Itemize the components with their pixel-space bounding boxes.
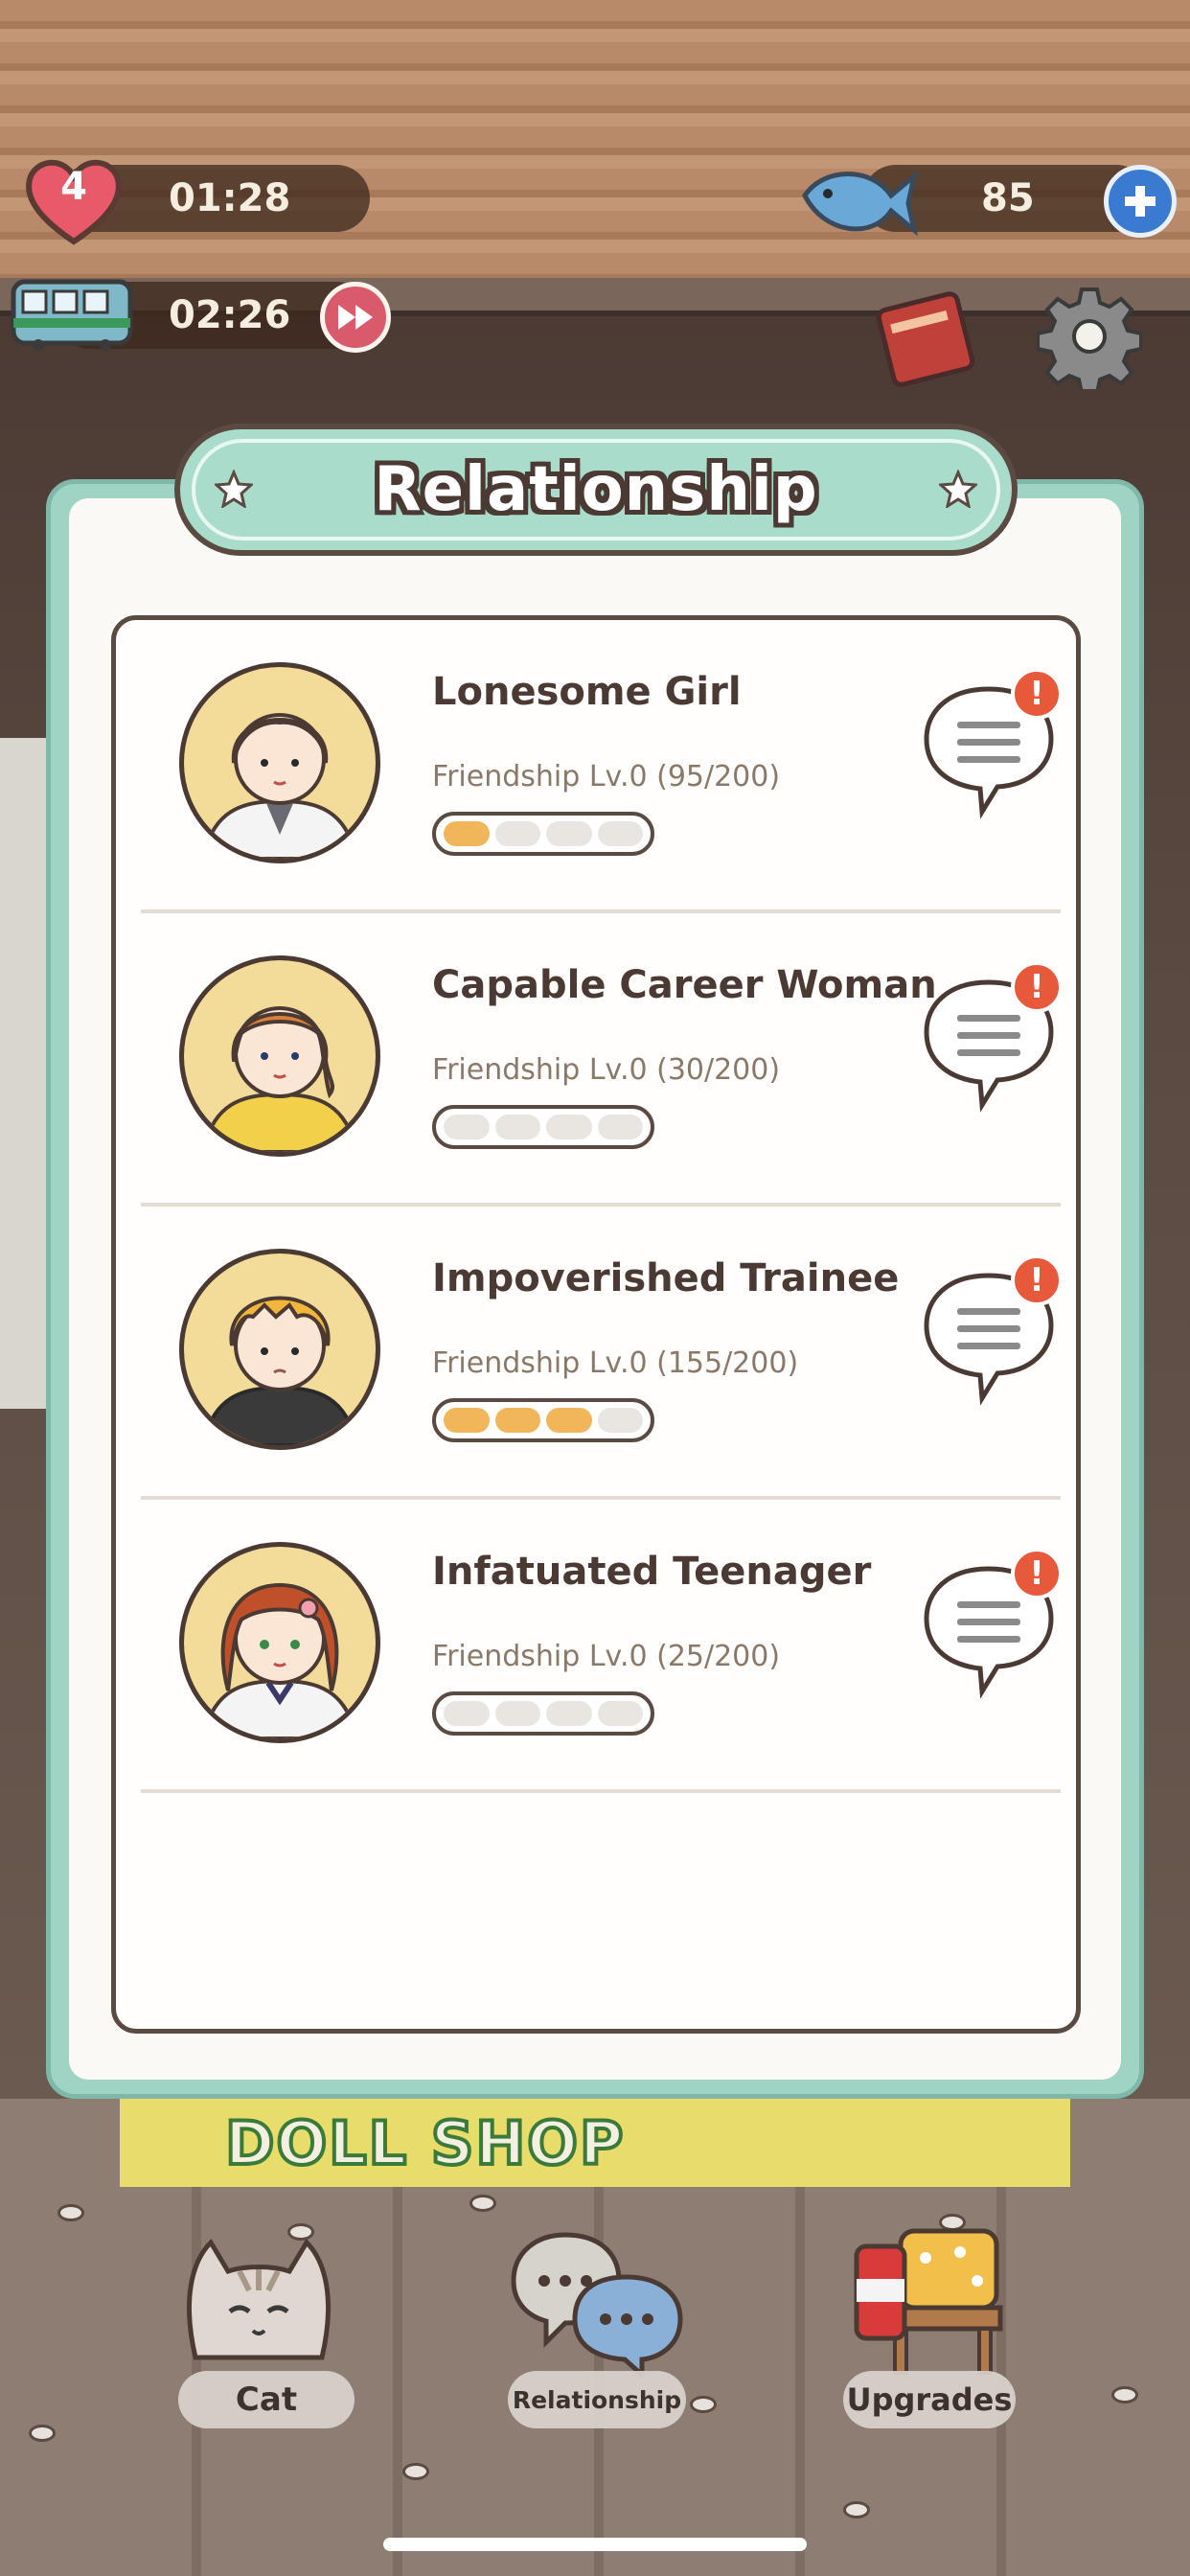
avatar (179, 955, 380, 1157)
progress-segment (494, 1701, 540, 1726)
ceiling-background (0, 0, 1190, 288)
avatar (179, 662, 380, 863)
progress-segment (597, 1408, 643, 1433)
friendship-progress-bar (432, 812, 654, 856)
modal-title: Relationship (374, 454, 818, 525)
nav-relationship-label[interactable]: Relationship (508, 2371, 686, 2428)
progress-segment (444, 1701, 490, 1726)
star-icon (939, 470, 977, 508)
floor-pebble (402, 2463, 429, 2480)
friendship-level: Friendship Lv.0 (25/200) (432, 1640, 781, 1673)
fast-forward-button[interactable] (320, 282, 391, 353)
progress-segment (494, 1115, 540, 1139)
fish-count: 85 (981, 176, 1035, 220)
progress-segment (444, 821, 490, 846)
list-item[interactable]: Lonesome Girl Friendship Lv.0 (95/200) ! (141, 620, 1063, 913)
character-name: Impoverished Trainee (432, 1256, 900, 1300)
doll-shop-banner[interactable]: DOLL SHOP (120, 2099, 1070, 2187)
train-timer: 02:26 (169, 293, 291, 337)
add-fish-button[interactable] (1104, 165, 1177, 238)
progress-segment (494, 821, 540, 846)
floor-pebble (469, 2195, 496, 2212)
floor-pebble (1111, 2386, 1138, 2404)
friendship-level: Friendship Lv.0 (95/200) (432, 760, 781, 794)
new-message-badge: ! (1011, 1548, 1063, 1599)
progress-segment (597, 821, 643, 846)
character-portrait (200, 1296, 359, 1445)
friendship-progress-bar (432, 1691, 654, 1736)
friendship-level: Friendship Lv.0 (155/200) (432, 1346, 799, 1380)
heart-count: 4 (60, 165, 87, 209)
train-icon (11, 279, 133, 351)
furniture-icon (854, 2228, 1003, 2375)
avatar (179, 1249, 380, 1450)
progress-segment (546, 821, 592, 846)
book-icon[interactable] (868, 288, 983, 393)
list-item[interactable]: Capable Career Woman Friendship Lv.0 (30… (141, 913, 1063, 1207)
fast-forward-icon (338, 305, 373, 330)
character-name: Infatuated Teenager (432, 1550, 872, 1594)
new-message-badge: ! (1011, 961, 1063, 1013)
new-message-badge: ! (1011, 668, 1063, 720)
floor-pebble (843, 2501, 870, 2518)
fish-icon (802, 170, 918, 237)
character-portrait (200, 1582, 359, 1738)
nav-cat-label[interactable]: Cat (178, 2371, 355, 2428)
gear-icon[interactable] (1037, 284, 1142, 389)
floor-pebble (690, 2396, 717, 2413)
progress-segment (597, 1701, 643, 1726)
list-item[interactable]: Impoverished Trainee Friendship Lv.0 (15… (141, 1207, 1063, 1500)
modal-title-ribbon: Relationship (174, 424, 1018, 556)
heart-timer: 01:28 (169, 176, 291, 220)
friendship-progress-bar (432, 1105, 654, 1149)
list-item[interactable]: Infatuated Teenager Friendship Lv.0 (25/… (141, 1500, 1063, 1793)
speech-bubbles-icon (511, 2232, 683, 2380)
character-name: Capable Career Woman (432, 963, 937, 1007)
banner-text: DOLL SHOP (223, 2106, 626, 2180)
friendship-level: Friendship Lv.0 (30/200) (432, 1053, 781, 1087)
progress-segment (597, 1115, 643, 1139)
progress-segment (444, 1408, 490, 1433)
home-indicator[interactable] (383, 2538, 807, 2551)
nav-relationship[interactable] (498, 2223, 690, 2380)
cat-icon (186, 2238, 332, 2360)
nav-upgrades-label[interactable]: Upgrades (843, 2371, 1016, 2428)
progress-segment (546, 1408, 592, 1433)
character-name: Lonesome Girl (432, 670, 742, 714)
progress-segment (546, 1115, 592, 1139)
character-portrait (200, 713, 359, 859)
plus-icon (1125, 186, 1156, 217)
progress-segment (444, 1115, 490, 1139)
floor-pebble (57, 2204, 84, 2221)
star-icon (215, 470, 253, 508)
character-portrait (200, 1006, 359, 1152)
character-list: Lonesome Girl Friendship Lv.0 (95/200) ! (111, 615, 1081, 2034)
nav-cat[interactable] (172, 2223, 355, 2396)
nav-upgrades[interactable] (843, 2220, 1016, 2382)
floor-pebble (29, 2425, 56, 2442)
friendship-progress-bar (432, 1398, 654, 1442)
progress-segment (494, 1408, 540, 1433)
new-message-badge: ! (1011, 1254, 1063, 1306)
progress-segment (546, 1701, 592, 1726)
avatar (179, 1542, 380, 1743)
